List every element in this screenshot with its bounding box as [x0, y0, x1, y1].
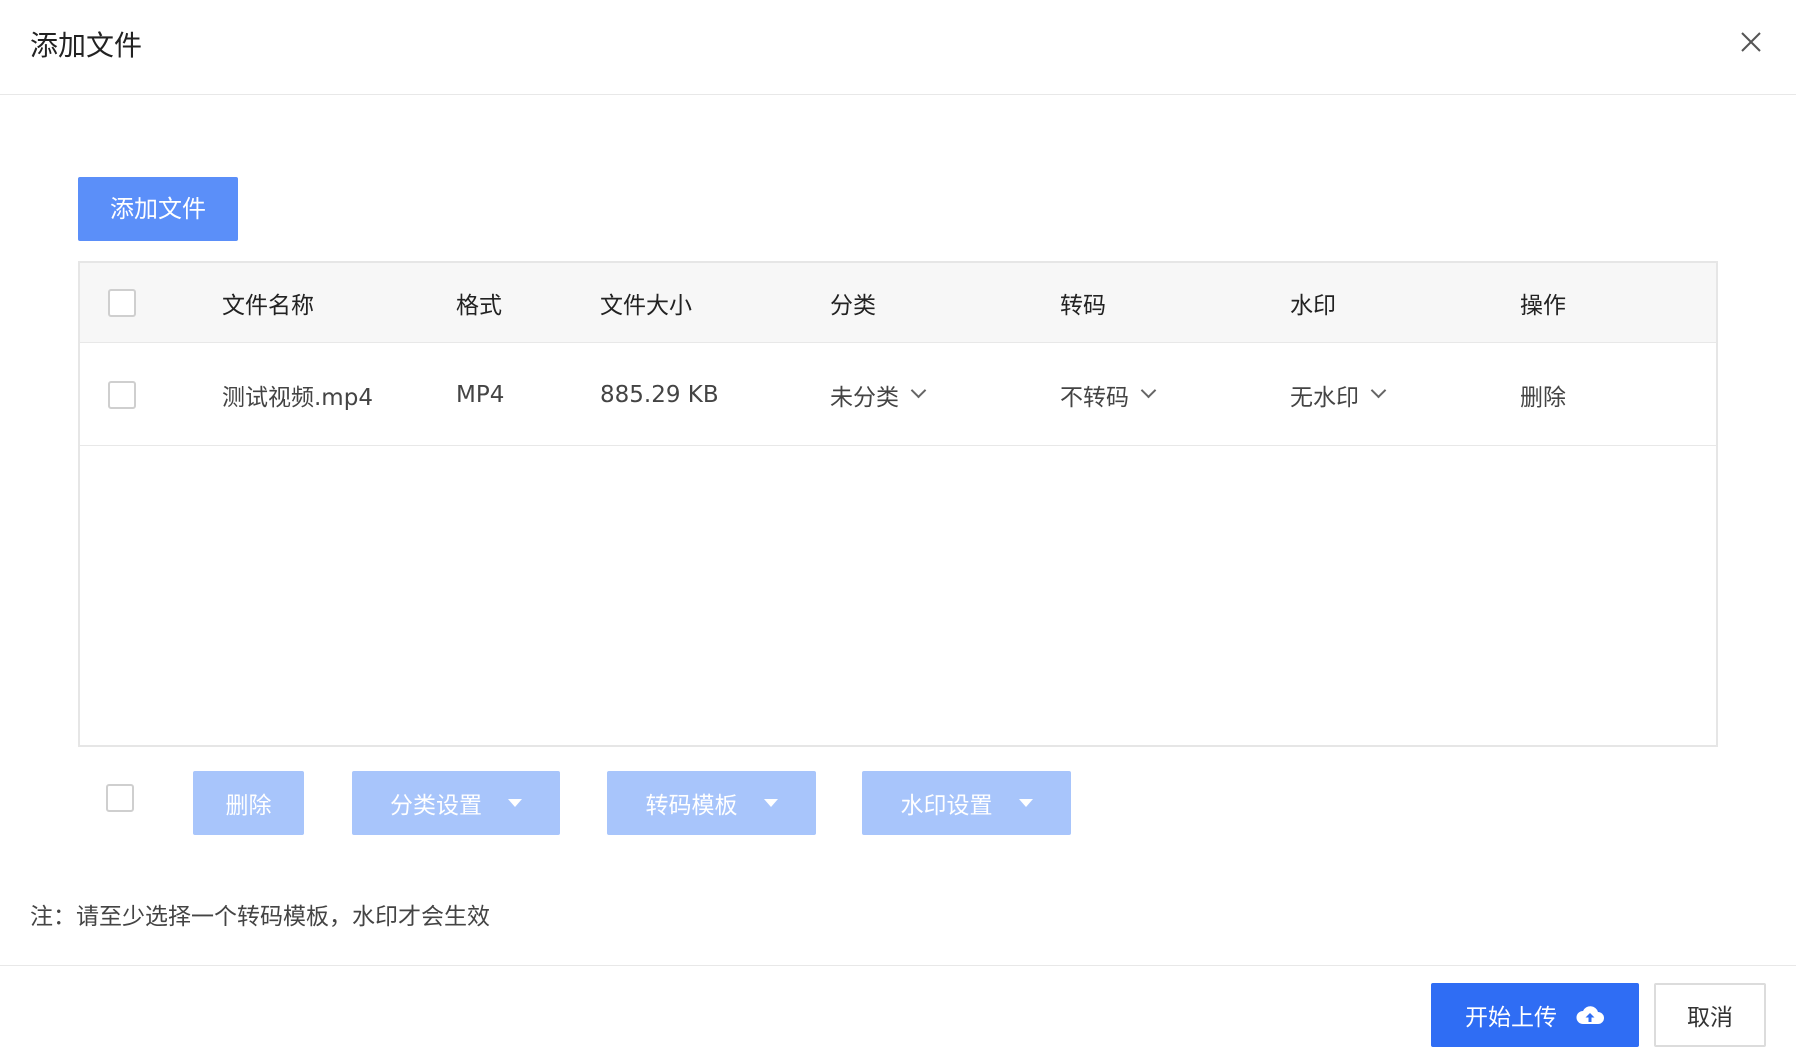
column-header-name: 文件名称 — [222, 292, 314, 319]
category-settings-button[interactable]: 分类设置 — [352, 771, 560, 835]
category-select[interactable]: 未分类 — [830, 344, 927, 445]
watermark-settings-button[interactable]: 水印设置 — [862, 771, 1071, 835]
bulk-delete-label: 删除 — [225, 793, 272, 819]
transcode-value: 不转码 — [1060, 384, 1129, 411]
start-upload-label: 开始上传 — [1465, 1005, 1557, 1031]
watermark-select[interactable]: 无水印 — [1290, 344, 1387, 445]
caret-down-icon — [508, 799, 522, 807]
chevron-down-icon — [1140, 382, 1157, 399]
column-header-transcode: 转码 — [1060, 292, 1106, 319]
column-header-size: 文件大小 — [600, 292, 692, 319]
add-file-button[interactable]: 添加文件 — [78, 177, 238, 241]
caret-down-icon — [763, 799, 778, 807]
dialog-header: 添加文件 — [0, 0, 1796, 95]
watermark-value: 无水印 — [1290, 384, 1359, 411]
file-format: MP4 — [456, 381, 505, 408]
footer-divider — [0, 965, 1796, 966]
column-header-category: 分类 — [830, 292, 876, 319]
column-header-action: 操作 — [1520, 292, 1566, 319]
file-name: 测试视频.mp4 — [222, 384, 373, 411]
column-header-watermark: 水印 — [1290, 292, 1336, 319]
select-all-checkbox[interactable] — [108, 289, 136, 317]
category-value: 未分类 — [830, 384, 899, 411]
column-header-format: 格式 — [456, 292, 502, 319]
transcode-template-button[interactable]: 转码模板 — [607, 771, 816, 835]
bulk-select-checkbox[interactable] — [106, 784, 134, 812]
note-text: 注：请至少选择一个转码模板，水印才会生效 — [30, 904, 490, 930]
add-file-dialog: 添加文件 添加文件 文件名称 格式 文件大小 分类 转码 水印 操作 测试视频.… — [0, 0, 1796, 1062]
file-table: 文件名称 格式 文件大小 分类 转码 水印 操作 测试视频.mp4 MP4 88… — [78, 261, 1718, 747]
delete-row-link[interactable]: 删除 — [1520, 344, 1566, 445]
cancel-label: 取消 — [1687, 1005, 1733, 1031]
chevron-down-icon — [1370, 382, 1387, 399]
row-checkbox[interactable] — [108, 381, 136, 409]
dialog-title: 添加文件 — [30, 29, 143, 62]
table-row: 测试视频.mp4 MP4 885.29 KB 未分类 不转码 无水印 删除 — [80, 344, 1716, 446]
close-icon[interactable] — [1733, 24, 1769, 60]
transcode-select[interactable]: 不转码 — [1060, 344, 1157, 445]
category-settings-label: 分类设置 — [390, 793, 482, 819]
file-size: 885.29 KB — [600, 381, 719, 408]
start-upload-button[interactable]: 开始上传 — [1431, 983, 1639, 1047]
bulk-delete-button[interactable]: 删除 — [193, 771, 304, 835]
transcode-template-label: 转码模板 — [645, 793, 738, 819]
cancel-button[interactable]: 取消 — [1654, 983, 1766, 1047]
watermark-settings-label: 水印设置 — [900, 793, 993, 819]
caret-down-icon — [1018, 799, 1033, 807]
chevron-down-icon — [910, 382, 927, 399]
table-header: 文件名称 格式 文件大小 分类 转码 水印 操作 — [80, 263, 1716, 343]
cloud-upload-icon — [1575, 1003, 1605, 1027]
